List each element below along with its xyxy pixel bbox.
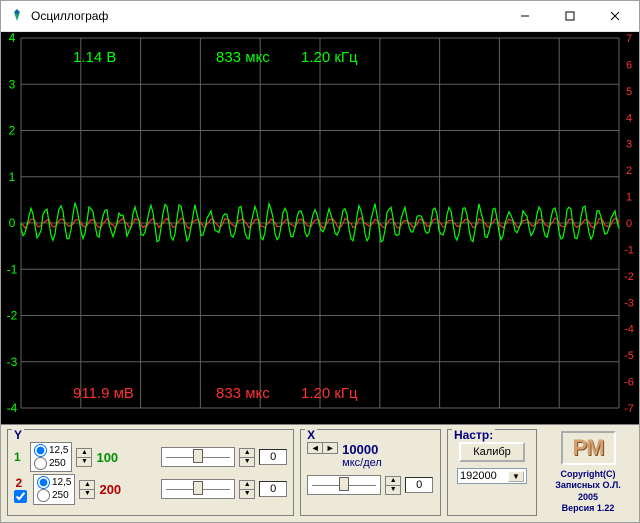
svg-text:1: 1 (626, 192, 632, 204)
svg-text:-1: -1 (7, 262, 18, 276)
y-label: Y (12, 428, 24, 442)
samplerate-combo[interactable]: 192000 ▼ (457, 468, 527, 484)
spin-up-icon[interactable]: ▲ (386, 477, 400, 486)
ch2-offset-value: 0 (259, 481, 287, 497)
x-timebase-unit: мкс/дел (342, 457, 382, 469)
ch2-scale-value: 200 (99, 482, 121, 497)
ch2-range-group: 12,5 250 (33, 474, 75, 504)
app-window: Осциллограф 4 3 2 1 0 -1 -2 -3 -4 7 6 5 4 3 2 1 0 -1 -2 -3 -… (0, 0, 640, 523)
svg-text:833 мкс: 833 мкс (216, 385, 270, 402)
ch1-scale-spinner[interactable]: ▲▼ (76, 448, 92, 467)
svg-text:2: 2 (626, 165, 632, 177)
ch2-range-250-radio[interactable] (37, 489, 50, 502)
spin-down-icon[interactable]: ▼ (240, 458, 254, 466)
copyright-text: Copyright(C) Записных О.Л. 2005 Версия 1… (545, 469, 631, 514)
svg-text:5: 5 (626, 86, 632, 98)
svg-text:-3: -3 (7, 355, 18, 369)
svg-text:-6: -6 (624, 377, 634, 389)
ch1-offset-value: 0 (259, 449, 287, 465)
ch1-range-250-radio[interactable] (34, 457, 47, 470)
spin-down-icon[interactable]: ▼ (80, 490, 94, 498)
svg-text:-4: -4 (7, 401, 18, 414)
x-panel: X ◄ ► 10000 мкс/дел ▲▼ 0 (300, 429, 441, 516)
logo: PM (561, 431, 616, 465)
ch1-offset-slider[interactable] (161, 447, 235, 467)
ch1-range-group: 12,5 250 (30, 442, 72, 472)
svg-text:4: 4 (9, 32, 16, 45)
svg-text:-2: -2 (7, 309, 18, 323)
titlebar[interactable]: Осциллограф (1, 1, 639, 32)
about-panel: PM Copyright(C) Записных О.Л. 2005 Верси… (543, 429, 633, 516)
samplerate-value: 192000 (460, 470, 497, 482)
ch1-range-12-radio[interactable] (34, 444, 47, 457)
ch2-enable-checkbox[interactable] (14, 490, 27, 503)
svg-text:0: 0 (9, 216, 16, 230)
calibrate-button[interactable]: Калибр (459, 442, 525, 462)
slider-thumb[interactable] (339, 477, 349, 491)
ch1-row: 1 12,5 250 ▲▼ 100 ▲▼ 0 (14, 442, 287, 472)
ch2-offset-slider[interactable] (161, 479, 235, 499)
tune-title: Настр: (452, 428, 495, 442)
x-dec-button[interactable]: ◄ (308, 443, 323, 453)
spin-up-icon[interactable]: ▲ (80, 481, 94, 490)
x-label: X (305, 428, 317, 442)
svg-text:1.14 В: 1.14 В (73, 49, 116, 66)
svg-text:1.20 кГц: 1.20 кГц (301, 385, 358, 402)
ch1-range-250[interactable]: 250 (34, 457, 68, 470)
svg-text:-3: -3 (624, 297, 634, 309)
maximize-button[interactable] (547, 2, 592, 31)
ch2-number: 2 (16, 476, 28, 490)
window-title: Осциллограф (31, 9, 502, 23)
svg-text:7: 7 (626, 33, 632, 45)
slider-thumb[interactable] (193, 481, 203, 495)
spin-down-icon[interactable]: ▼ (386, 486, 400, 494)
ch2-row: 2 12,5 250 ▲▼ 200 ▲▼ 0 (14, 474, 287, 504)
svg-text:4: 4 (626, 112, 632, 124)
svg-text:3: 3 (9, 77, 16, 91)
spin-up-icon[interactable]: ▲ (240, 449, 254, 458)
oscilloscope-display[interactable]: 4 3 2 1 0 -1 -2 -3 -4 7 6 5 4 3 2 1 0 -1 -2 -3 -4 -5 -6 -7 1.14 … (1, 32, 639, 424)
svg-text:3: 3 (626, 139, 632, 151)
spin-down-icon[interactable]: ▼ (77, 458, 91, 466)
y-panel: Y 1 12,5 250 ▲▼ 100 ▲▼ 0 2 (7, 429, 294, 516)
ch1-range-12[interactable]: 12,5 (34, 444, 68, 457)
x-offset-spinner[interactable]: ▲▼ (385, 476, 401, 495)
ch2-scale-spinner[interactable]: ▲▼ (79, 480, 95, 499)
spin-up-icon[interactable]: ▲ (240, 481, 254, 490)
minimize-button[interactable] (502, 2, 547, 31)
x-offset-value: 0 (405, 477, 433, 493)
slider-thumb[interactable] (193, 449, 203, 463)
app-icon (9, 8, 25, 24)
svg-text:833 мкс: 833 мкс (216, 49, 270, 66)
svg-text:-7: -7 (624, 403, 634, 414)
svg-text:1: 1 (9, 170, 16, 184)
spin-down-icon[interactable]: ▼ (240, 490, 254, 498)
chevron-down-icon[interactable]: ▼ (508, 471, 524, 482)
scope-plot: 4 3 2 1 0 -1 -2 -3 -4 7 6 5 4 3 2 1 0 -1 -2 -3 -4 -5 -6 -7 1.14 … (1, 32, 639, 414)
svg-text:1.20 кГц: 1.20 кГц (301, 49, 358, 66)
ch2-range-12-radio[interactable] (37, 476, 50, 489)
ch2-range-250[interactable]: 250 (37, 489, 71, 502)
svg-text:-5: -5 (624, 350, 634, 362)
close-button[interactable] (592, 2, 637, 31)
ch2-offset-spinner[interactable]: ▲▼ (239, 480, 255, 499)
ch1-scale-value: 100 (96, 450, 118, 465)
svg-text:-2: -2 (624, 271, 634, 283)
svg-text:-4: -4 (624, 324, 634, 336)
spin-up-icon[interactable]: ▲ (77, 449, 91, 458)
ch1-offset-spinner[interactable]: ▲▼ (239, 448, 255, 467)
svg-text:911.9 мВ: 911.9 мВ (73, 385, 134, 402)
control-bar: Y 1 12,5 250 ▲▼ 100 ▲▼ 0 2 (1, 424, 639, 522)
x-timebase-value: 10000 (342, 442, 382, 457)
svg-text:6: 6 (626, 59, 632, 71)
ch1-number: 1 (14, 450, 26, 464)
ch2-range-12[interactable]: 12,5 (37, 476, 71, 489)
x-inc-button[interactable]: ► (323, 443, 337, 453)
svg-text:2: 2 (9, 124, 16, 138)
svg-text:-1: -1 (624, 244, 634, 256)
x-offset-slider[interactable] (307, 475, 381, 495)
tune-panel: Настр: Калибр 192000 ▼ (447, 429, 537, 516)
svg-text:0: 0 (626, 218, 632, 230)
